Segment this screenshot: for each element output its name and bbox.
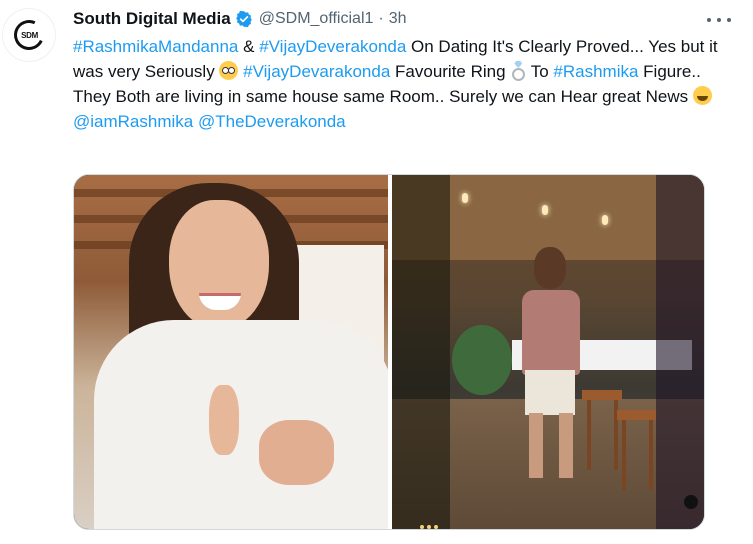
play-indicator-icon[interactable] [684,495,698,509]
tweet-text: #RashmikaMandanna & #VijayDeverakonda On… [73,34,723,134]
hashtag-link[interactable]: #VijayDeverakonda [259,37,406,56]
tweet-text-segment: Favourite Ring [390,62,511,81]
man-standing-in-kitchen-photo[interactable] [392,175,704,529]
tweet-header: South Digital Media @SDM_official1 · 3h [73,8,407,30]
author-handle[interactable]: @SDM_official1 [259,10,374,28]
verified-badge-icon [235,10,252,28]
woman-in-white-sweater-photo[interactable] [74,175,388,529]
more-options-icon[interactable] [707,10,731,30]
sdm-logo-icon: SDM [9,15,49,55]
separator-dot: · [378,10,384,27]
mention-link[interactable]: @iamRashmika [73,112,193,131]
tweet-media-grid [73,174,705,530]
avatar[interactable]: SDM [2,8,56,62]
tweet-text-segment: To [526,62,554,81]
tweet-card[interactable]: SDM South Digital Media @SDM_official1 ·… [0,0,753,544]
ring-emoji [510,61,526,81]
author-display-name[interactable]: South Digital Media [73,9,231,29]
grinning-face-emoji [692,86,712,105]
hashtag-link[interactable]: #RashmikaMandanna [73,37,238,56]
hashtag-link[interactable]: #Rashmika [553,62,638,81]
tweet-text-segment: & [238,37,260,56]
hashtag-link[interactable]: #VijayDevarakonda [243,62,390,81]
mention-link[interactable]: @TheDeverakonda [198,112,346,131]
flushed-face-emoji [219,61,239,80]
tweet-timestamp[interactable]: 3h [389,10,407,28]
